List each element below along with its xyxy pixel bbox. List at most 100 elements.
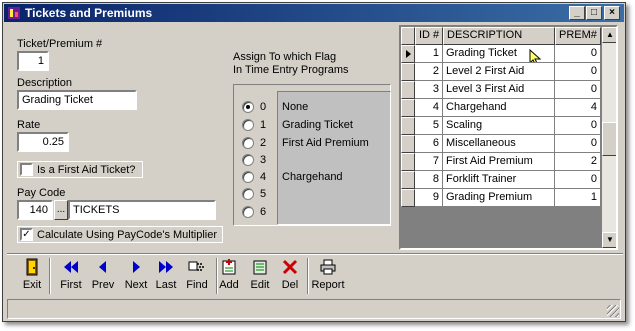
minimize-button[interactable]: _ bbox=[569, 6, 585, 20]
resize-grip-icon[interactable] bbox=[607, 305, 619, 317]
flag-radio[interactable] bbox=[242, 137, 254, 149]
prev-button[interactable]: Prev bbox=[86, 258, 120, 296]
row-selector[interactable] bbox=[401, 135, 415, 153]
cell-prem[interactable]: 0 bbox=[555, 81, 601, 99]
find-button[interactable]: Find bbox=[180, 258, 214, 296]
grid-vertical-scrollbar[interactable]: ▲ ▼ bbox=[602, 27, 616, 248]
row-selector[interactable] bbox=[401, 171, 415, 189]
table-row[interactable]: 4 Chargehand 4 bbox=[401, 99, 601, 117]
table-row[interactable]: 3 Level 3 First Aid 0 bbox=[401, 81, 601, 99]
scroll-up-button[interactable]: ▲ bbox=[602, 27, 616, 43]
edit-button[interactable]: Edit bbox=[243, 258, 277, 296]
tickets-grid[interactable]: ID # DESCRIPTION PREM# 1 Grading Ticket … bbox=[399, 25, 618, 250]
exit-button[interactable]: Exit bbox=[15, 258, 49, 296]
flag-option-2[interactable]: 2 First Aid Premium bbox=[234, 135, 392, 152]
cell-description[interactable]: Level 2 First Aid bbox=[443, 63, 555, 81]
cell-id[interactable]: 7 bbox=[415, 153, 443, 171]
scroll-down-button[interactable]: ▼ bbox=[602, 232, 616, 248]
paycode-field[interactable]: 140 bbox=[17, 200, 53, 220]
table-row[interactable]: 9 Grading Premium 1 bbox=[401, 189, 601, 207]
cell-prem[interactable]: 0 bbox=[555, 135, 601, 153]
cell-description[interactable]: Grading Premium bbox=[443, 189, 555, 207]
row-selector[interactable] bbox=[401, 63, 415, 81]
flag-radio[interactable] bbox=[242, 101, 254, 113]
flag-option-0[interactable]: 0 None bbox=[234, 99, 392, 116]
row-selector[interactable] bbox=[401, 117, 415, 135]
table-row[interactable]: 6 Miscellaneous 0 bbox=[401, 135, 601, 153]
grid-header-row: ID # DESCRIPTION PREM# bbox=[401, 27, 601, 45]
next-button[interactable]: Next bbox=[119, 258, 153, 296]
paycode-lookup-button[interactable]: ... bbox=[54, 200, 68, 220]
cell-description[interactable]: Chargehand bbox=[443, 99, 555, 117]
first-aid-checkbox-row[interactable]: Is a First Aid Ticket? bbox=[17, 161, 143, 178]
cell-description[interactable]: Level 3 First Aid bbox=[443, 81, 555, 99]
flag-radio[interactable] bbox=[242, 154, 254, 166]
flag-option-3[interactable]: 3 bbox=[234, 152, 392, 169]
multiplier-checkbox-row[interactable]: ✓ Calculate Using PayCode's Multiplier bbox=[17, 226, 223, 243]
cell-id[interactable]: 1 bbox=[415, 45, 443, 63]
cell-description[interactable]: Forklift Trainer bbox=[443, 171, 555, 189]
find-label: Find bbox=[186, 279, 208, 291]
cell-id[interactable]: 5 bbox=[415, 117, 443, 135]
flag-number: 1 bbox=[260, 119, 267, 131]
cell-description[interactable]: First Aid Premium bbox=[443, 153, 555, 171]
window-title: Tickets and Premiums bbox=[25, 6, 153, 20]
toolbar: Exit First Prev Next Last Find Add Edit … bbox=[7, 253, 623, 297]
column-header-id[interactable]: ID # bbox=[415, 27, 443, 45]
column-header-prem[interactable]: PREM# bbox=[555, 27, 601, 45]
title-bar[interactable]: Tickets and Premiums _ □ × bbox=[4, 4, 624, 22]
column-header-description[interactable]: DESCRIPTION bbox=[443, 27, 555, 45]
flag-radio[interactable] bbox=[242, 171, 254, 183]
cell-prem[interactable]: 0 bbox=[555, 117, 601, 135]
flag-radio[interactable] bbox=[242, 206, 254, 218]
multiplier-checkbox[interactable]: ✓ bbox=[20, 228, 33, 241]
row-selector[interactable] bbox=[401, 153, 415, 171]
cell-prem[interactable]: 0 bbox=[555, 171, 601, 189]
report-button[interactable]: Report bbox=[308, 258, 348, 296]
flag-option-1[interactable]: 1 Grading Ticket bbox=[234, 117, 392, 134]
flag-radio[interactable] bbox=[242, 119, 254, 131]
table-row[interactable]: 2 Level 2 First Aid 0 bbox=[401, 63, 601, 81]
first-button[interactable]: First bbox=[54, 258, 88, 296]
cell-description[interactable]: Miscellaneous bbox=[443, 135, 555, 153]
cell-prem[interactable]: 2 bbox=[555, 153, 601, 171]
cell-prem[interactable]: 0 bbox=[555, 63, 601, 81]
maximize-button[interactable]: □ bbox=[586, 6, 602, 20]
cell-id[interactable]: 8 bbox=[415, 171, 443, 189]
cell-prem[interactable]: 0 bbox=[555, 45, 601, 63]
table-row[interactable]: 7 First Aid Premium 2 bbox=[401, 153, 601, 171]
rate-field[interactable]: 0.25 bbox=[17, 132, 69, 152]
delete-label: Del bbox=[281, 279, 299, 291]
delete-button[interactable]: Del bbox=[273, 258, 307, 296]
description-field[interactable]: Grading Ticket bbox=[17, 90, 137, 110]
cell-id[interactable]: 4 bbox=[415, 99, 443, 117]
flag-number: 2 bbox=[260, 137, 267, 149]
cell-id[interactable]: 9 bbox=[415, 189, 443, 207]
table-row[interactable]: 8 Forklift Trainer 0 bbox=[401, 171, 601, 189]
flag-option-4[interactable]: 4 Chargehand bbox=[234, 169, 392, 186]
first-aid-checkbox[interactable] bbox=[20, 163, 33, 176]
ticket-number-field[interactable]: 1 bbox=[17, 51, 49, 71]
flag-option-5[interactable]: 5 bbox=[234, 186, 392, 203]
row-selector[interactable] bbox=[401, 99, 415, 117]
flag-option-6[interactable]: 6 bbox=[234, 204, 392, 221]
cell-id[interactable]: 2 bbox=[415, 63, 443, 81]
exit-label: Exit bbox=[22, 279, 42, 291]
close-button[interactable]: × bbox=[604, 6, 620, 20]
add-button[interactable]: Add bbox=[212, 258, 246, 296]
cell-description[interactable]: Scaling bbox=[443, 117, 555, 135]
row-selector[interactable] bbox=[401, 189, 415, 207]
last-button[interactable]: Last bbox=[149, 258, 183, 296]
table-row[interactable]: 1 Grading Ticket 0 bbox=[401, 45, 601, 63]
scroll-thumb[interactable] bbox=[602, 122, 616, 156]
cell-description[interactable]: Grading Ticket bbox=[443, 45, 555, 63]
flag-title-line2: In Time Entry Programs bbox=[233, 64, 349, 76]
cell-prem[interactable]: 1 bbox=[555, 189, 601, 207]
cell-prem[interactable]: 4 bbox=[555, 99, 601, 117]
cell-id[interactable]: 3 bbox=[415, 81, 443, 99]
table-row[interactable]: 5 Scaling 0 bbox=[401, 117, 601, 135]
row-selector[interactable] bbox=[401, 45, 415, 63]
cell-id[interactable]: 6 bbox=[415, 135, 443, 153]
row-selector[interactable] bbox=[401, 81, 415, 99]
flag-radio[interactable] bbox=[242, 188, 254, 200]
